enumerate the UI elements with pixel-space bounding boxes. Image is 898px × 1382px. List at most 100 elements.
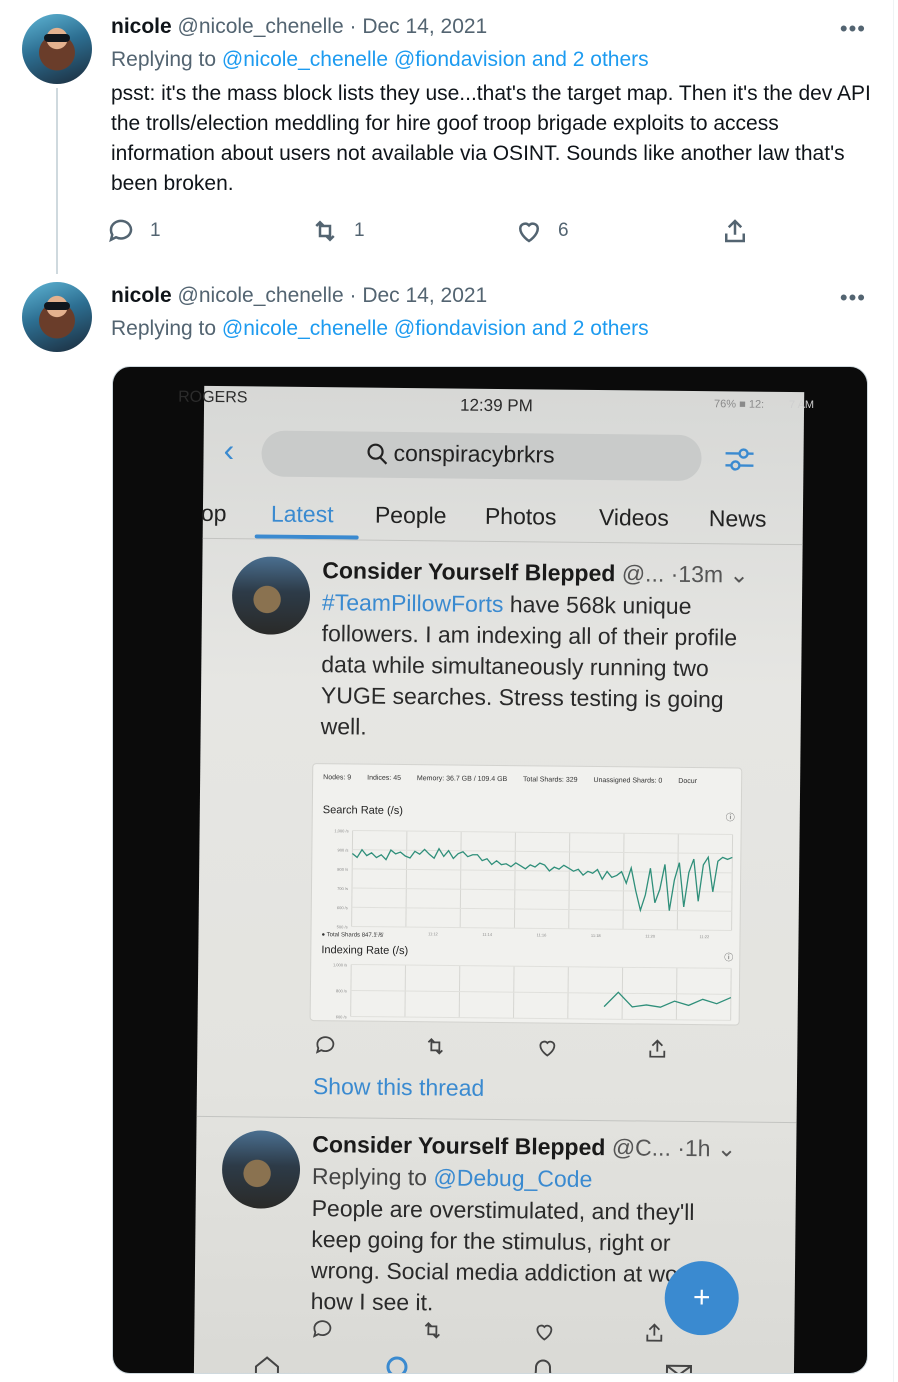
status-time: 12:39 PM [459,395,533,416]
reply-button[interactable]: 1 [106,216,161,246]
replying-to: Replying to @nicole_chenelle @fiondavisi… [111,46,649,74]
like-count: 6 [558,220,569,241]
avatar[interactable] [22,282,92,352]
gridline [622,833,625,930]
x-tick-label: 11:18 [591,933,602,938]
tweet-actions: 1 1 6 [106,216,766,248]
x-tick-label: 11:14 [482,932,493,937]
inner-retweet-button[interactable] [420,1318,444,1347]
inner-share-button[interactable] [642,1321,666,1350]
tab-people[interactable]: People [375,502,447,530]
inner-share-button[interactable] [645,1037,669,1066]
tab-top[interactable]: op [201,500,227,527]
search-box[interactable]: conspiracybrkrs [261,430,702,482]
tab-videos[interactable]: Videos [599,504,669,532]
filter-icon[interactable] [723,443,755,475]
like-button[interactable]: 6 [514,216,569,246]
reply-icon [312,1320,332,1338]
tab-latest[interactable]: Latest [271,501,334,529]
replying-links[interactable]: @nicole_chenelle @fiondavision and 2 oth… [222,317,649,340]
y-tick-label: 800 /s [336,988,347,993]
inner-post-header: Consider Yourself Blepped @... ·13m ⌄ [322,557,749,588]
share-button[interactable] [720,216,750,246]
chevron-down-icon[interactable]: ⌄ [729,561,749,587]
search-tabs: op Latest People Photos Videos News [201,494,803,544]
y-tick-label: 600 /s [336,1014,347,1019]
inner-avatar[interactable] [231,556,311,636]
retweet-icon [424,1322,440,1339]
author-handle[interactable]: @nicole_chenelle [178,284,344,307]
inner-handle-time: @C... ·1h [611,1134,711,1162]
inner-reply-button[interactable] [313,1033,337,1062]
messages-icon[interactable] [664,1359,694,1374]
inner-retweet-button[interactable] [423,1034,447,1063]
gridline [352,849,733,855]
more-options-icon[interactable]: ••• [840,285,866,311]
phone-screenshot: ROGERS 12:39 PM 76% ■ 12: ‹ conspiracybr… [178,385,805,1374]
inner-author-name[interactable]: Consider Yourself Blepped [322,557,615,586]
inner-like-button[interactable] [535,1035,559,1064]
gridline [351,887,732,893]
x-tick-label: 11:22 [699,934,710,939]
inner-avatar[interactable] [221,1130,301,1209]
retweet-button[interactable]: 1 [310,216,365,246]
tweet-thread: nicole @nicole_chenelle · Dec 14, 2021 •… [0,0,894,1382]
heart-icon [536,1324,553,1341]
tab-photos[interactable]: Photos [485,503,557,531]
retweet-icon [315,220,335,242]
gridline [351,906,732,912]
y-tick-label: 900 /s [337,848,348,853]
unassigned-stat: Unassigned Shards: 0 [593,776,663,785]
y-tick-label: 600 /s [337,905,348,910]
hashtag-link[interactable]: #TeamPillowForts [322,589,504,617]
tweet-1[interactable]: nicole @nicole_chenelle · Dec 14, 2021 •… [0,0,894,274]
tweet-photo[interactable]: ROGERS 12:39 PM 76% ■ 12: ‹ conspiracybr… [112,366,868,1374]
avatar[interactable] [22,14,92,84]
y-tick-label: 1,000 /s [333,962,347,967]
back-icon[interactable]: ‹ [223,432,234,469]
search-icon[interactable] [384,1354,414,1374]
inner-like-button[interactable] [532,1319,556,1348]
inner-author-name[interactable]: Consider Yourself Blepped [312,1131,605,1160]
inner-reply-button[interactable] [310,1317,334,1346]
divider [196,1115,797,1124]
tweet-header: nicole @nicole_chenelle · Dec 14, 2021 [111,283,487,309]
share-icon [725,219,745,243]
share-icon [646,1323,663,1342]
home-icon[interactable] [252,1352,282,1374]
gridline [351,925,732,931]
notifications-icon[interactable] [528,1355,558,1374]
tweet-header: nicole @nicole_chenelle · Dec 14, 2021 [111,14,487,40]
inner-replying-link[interactable]: @Debug_Code [433,1164,592,1192]
author-handle[interactable]: @nicole_chenelle [178,15,344,38]
indexing-rate-chart: 1,000 /s 800 /s 600 /s [333,962,732,1021]
inner-post-text: #TeamPillowForts have 568k unique follow… [321,587,743,746]
tab-news[interactable]: News [709,505,767,533]
search-query: conspiracybrkrs [393,439,555,468]
gridline [351,963,732,969]
replying-prefix: Replying to [111,317,217,340]
replying-links[interactable]: @nicole_chenelle @fiondavision and 2 oth… [222,48,649,71]
dashboard-image: Nodes: 9 Indices: 45 Memory: 36.7 GB / 1… [309,763,743,1026]
gridline [513,832,516,929]
tweet-date[interactable]: Dec 14, 2021 [362,15,487,38]
author-name[interactable]: nicole [111,15,172,38]
chevron-down-icon[interactable]: ⌄ [717,1135,737,1161]
gridline [568,832,571,929]
gridline [350,989,731,995]
tweet-text: psst: it's the mass block lists they use… [111,82,871,195]
heart-icon [518,222,540,243]
search-rate-title: Search Rate (/s) [322,804,403,817]
phone-status-bar: ROGERS 12:39 PM 76% ■ 12: [178,386,824,418]
show-thread-link[interactable]: Show this thread [313,1073,485,1102]
author-name[interactable]: nicole [111,284,172,307]
inner-replying-prefix: Replying to [311,1163,428,1191]
series-line [351,847,733,913]
tweet-date[interactable]: Dec 14, 2021 [362,284,487,307]
inner-post-header: Consider Yourself Blepped @C... ·1h ⌄ [312,1131,736,1162]
more-options-icon[interactable]: ••• [840,16,866,42]
cluster-stats: Nodes: 9 Indices: 45 Memory: 36.7 GB / 1… [323,774,711,785]
reply-count: 1 [150,220,161,241]
x-tick-label: 11:20 [645,934,656,939]
gridline [350,1015,731,1021]
